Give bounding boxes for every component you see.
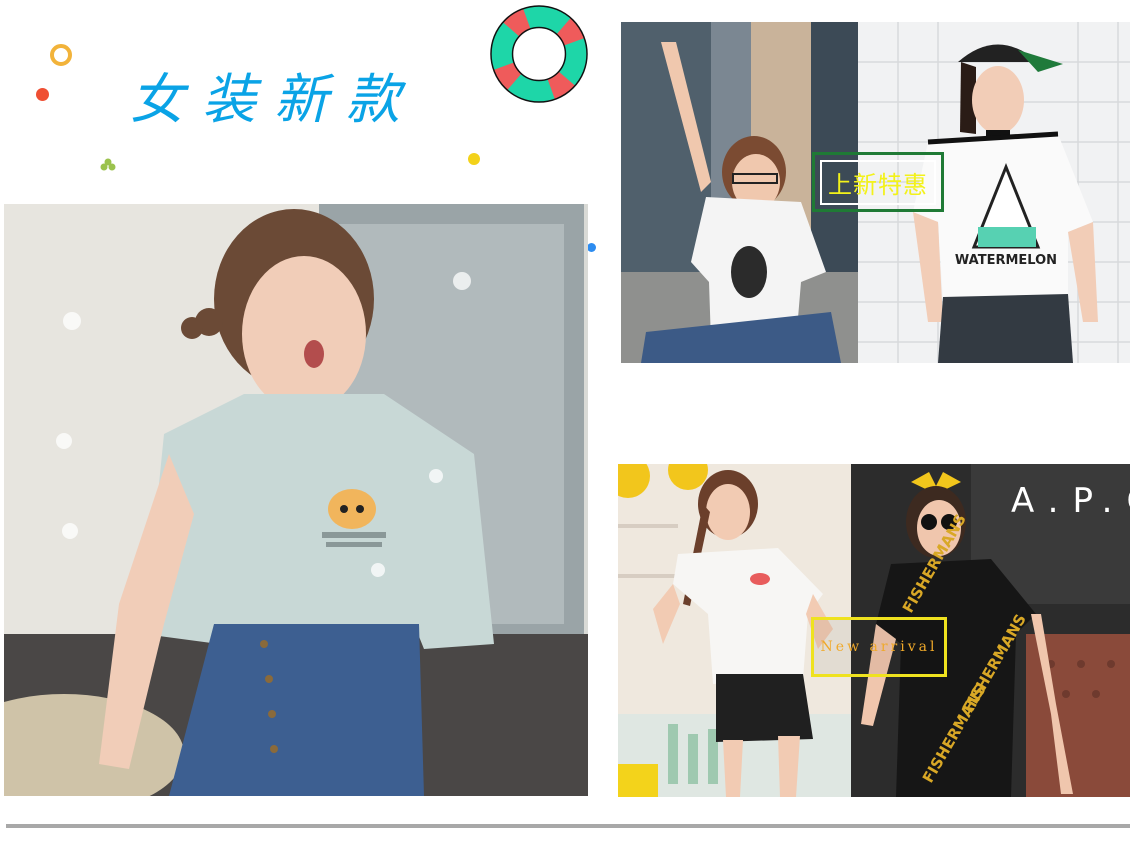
orange-ring-decoration <box>50 44 72 66</box>
new-deal-badge-text: 上新特惠 <box>820 159 936 205</box>
yellow-dot-decoration <box>468 153 480 165</box>
new-arrival-badge: New arrival <box>811 617 947 677</box>
new-deal-badge: 上新特惠 <box>812 152 944 212</box>
page-title: 女装新款 <box>130 68 418 131</box>
watermelon-tee-text: WATERMELON <box>955 253 1057 268</box>
apc-wall-sign: A.P.C <box>1011 481 1130 521</box>
main-model-photo <box>4 204 588 796</box>
red-dot-decoration <box>36 88 49 101</box>
clover-icon <box>100 158 116 171</box>
bottom-divider <box>6 824 1130 828</box>
lifebuoy-icon <box>490 5 588 103</box>
blue-dot-decoration <box>587 243 596 252</box>
